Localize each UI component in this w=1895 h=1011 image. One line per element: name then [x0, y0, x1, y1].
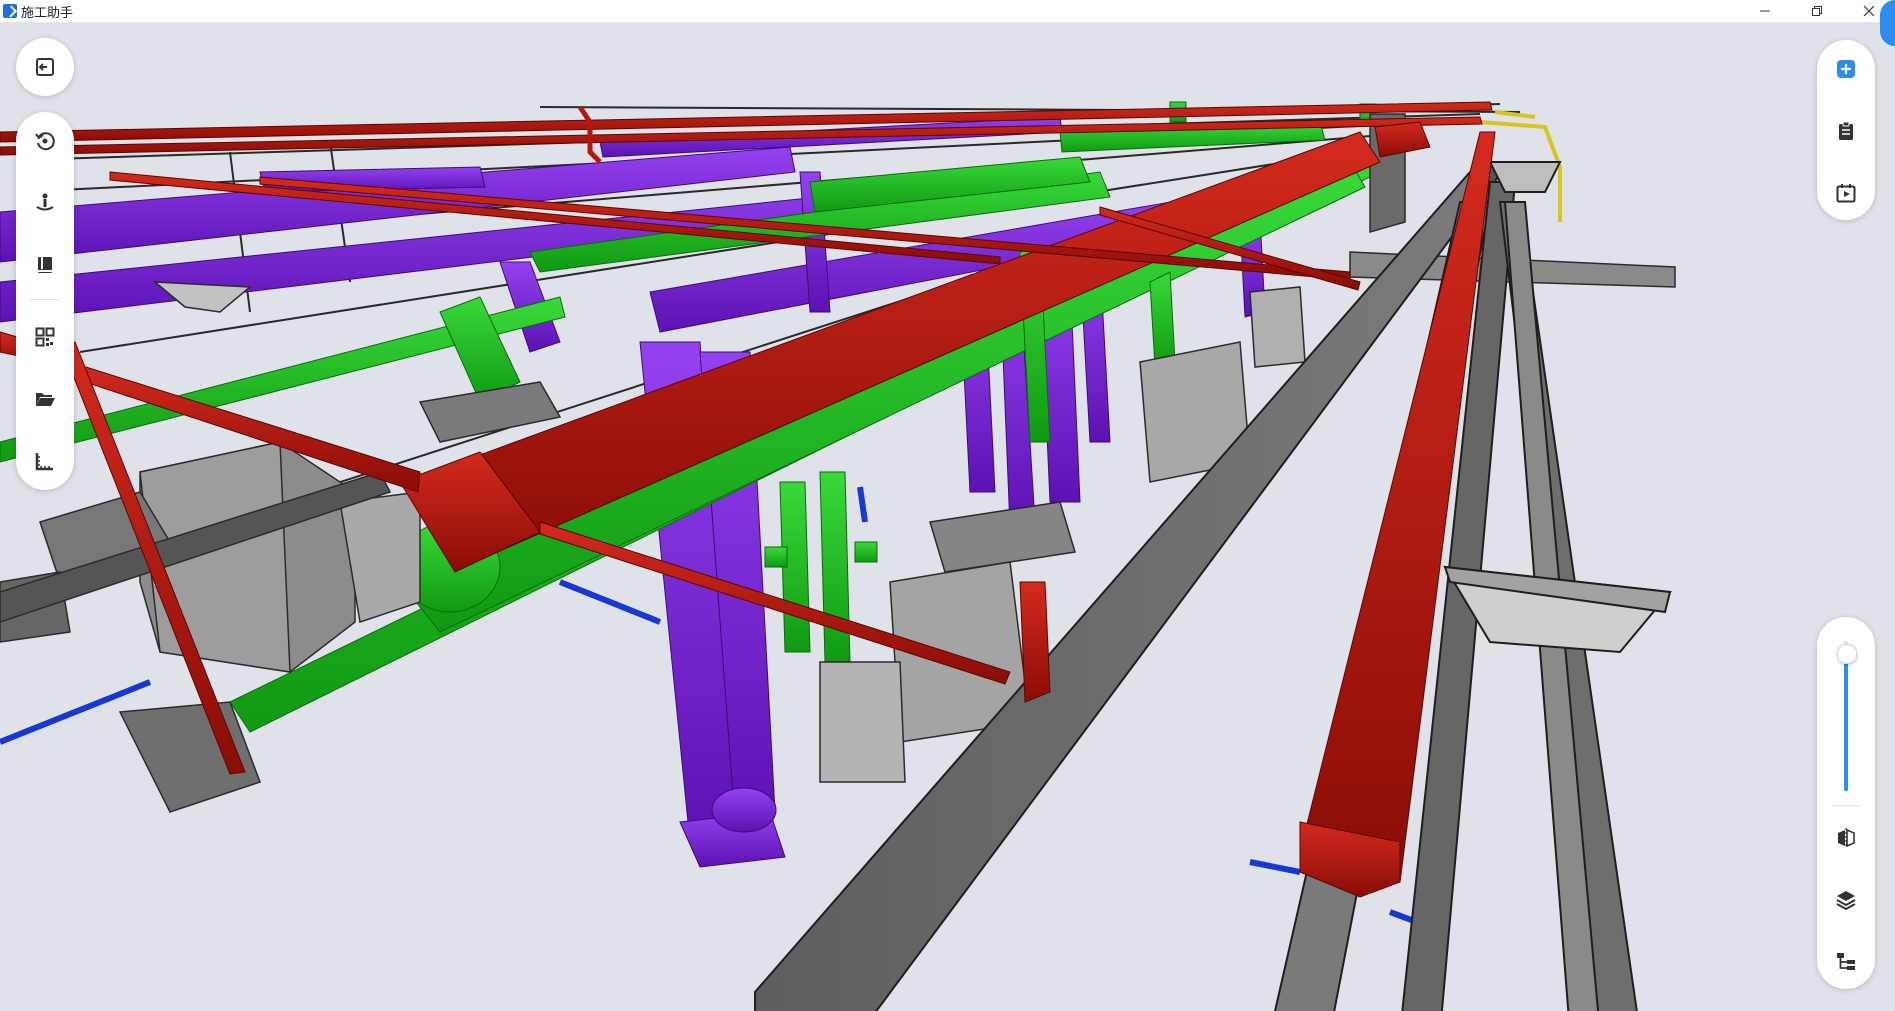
measure-ruler-icon	[35, 453, 53, 471]
section-box-icon	[1838, 828, 1855, 848]
clipboard-icon	[1839, 121, 1853, 140]
restore-icon	[1812, 6, 1822, 16]
title-bar: 施工助手	[0, 0, 1895, 23]
window-controls	[1739, 0, 1895, 22]
walk-mode-icon	[36, 193, 54, 211]
add-icon	[1837, 60, 1855, 78]
right-toolbar-bottom	[1817, 617, 1875, 989]
reset-view-icon	[35, 132, 55, 151]
toolbar-divider	[1831, 805, 1861, 806]
zoom-slider-fill	[1844, 653, 1848, 791]
add-button[interactable]	[1831, 54, 1861, 84]
play-calendar-icon	[1836, 184, 1856, 203]
book-icon	[38, 257, 52, 273]
play-schedule-button[interactable]	[1831, 178, 1861, 208]
model-viewport[interactable]	[0, 22, 1895, 1011]
book-button[interactable]	[30, 250, 60, 280]
app-logo-icon	[3, 4, 17, 18]
qr-code-icon	[35, 327, 55, 347]
close-icon	[1863, 5, 1875, 17]
left-toolbar	[16, 112, 74, 490]
qr-code-button[interactable]	[30, 322, 60, 352]
measure-button[interactable]	[30, 446, 60, 476]
folder-open-icon	[36, 393, 55, 406]
exit-icon	[36, 58, 54, 76]
reset-view-button[interactable]	[30, 126, 60, 156]
model-tree-icon	[1837, 953, 1855, 970]
minimize-icon	[1760, 10, 1770, 12]
clipboard-button[interactable]	[1831, 116, 1861, 146]
model-tree-button[interactable]	[1831, 947, 1861, 977]
open-folder-button[interactable]	[30, 384, 60, 414]
section-box-button[interactable]	[1831, 823, 1861, 853]
toolbar-divider	[30, 299, 60, 300]
walk-mode-button[interactable]	[30, 188, 60, 218]
window-title: 施工助手	[21, 5, 74, 21]
restore-button[interactable]	[1791, 0, 1843, 22]
zoom-slider-handle[interactable]	[1837, 644, 1857, 664]
minimize-button[interactable]	[1739, 0, 1791, 22]
layers-icon	[1836, 891, 1856, 911]
layers-button[interactable]	[1831, 885, 1861, 915]
right-toolbar-top	[1817, 40, 1875, 220]
bim-model-scene[interactable]	[0, 22, 1895, 1011]
exit-button[interactable]	[16, 38, 74, 96]
